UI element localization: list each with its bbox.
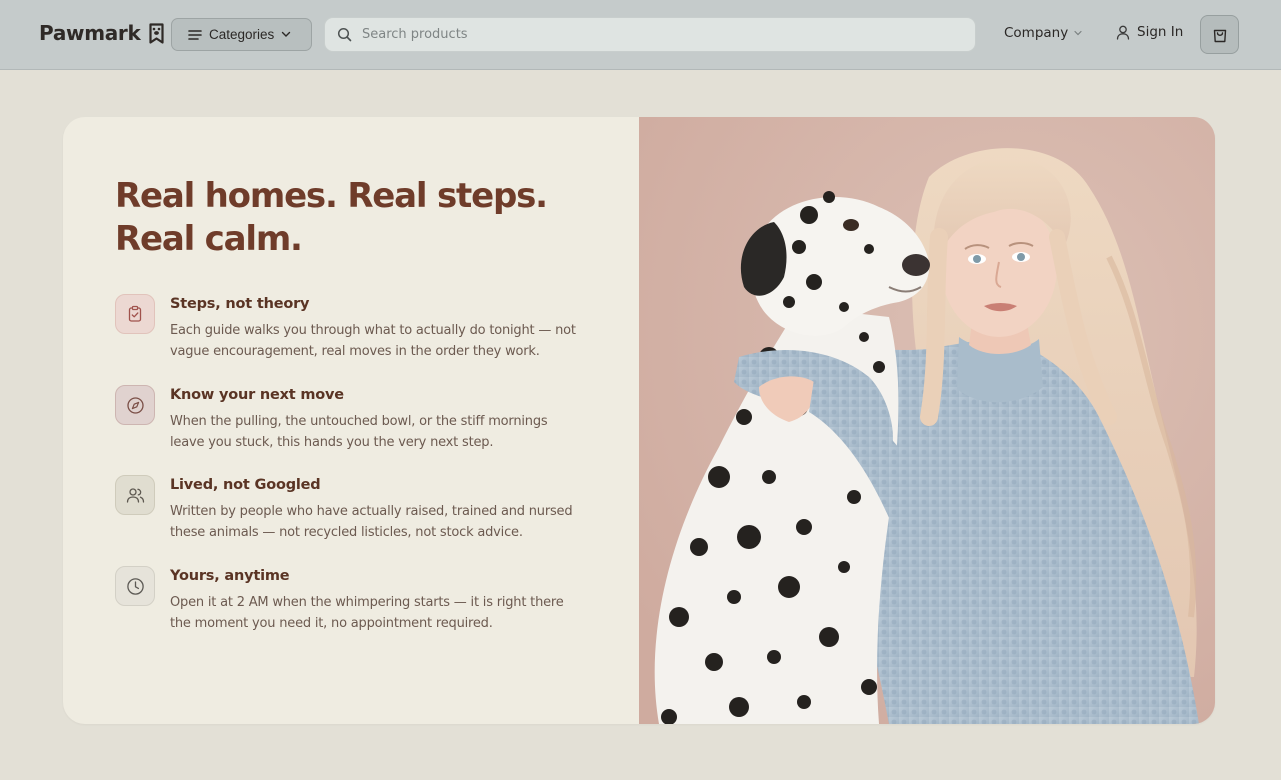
sign-in-link[interactable]: Sign In xyxy=(1116,24,1183,40)
feature-title: Yours, anytime xyxy=(170,568,290,584)
search-icon xyxy=(337,27,352,42)
categories-label: Categories xyxy=(209,27,275,42)
feature-item: Yours, anytime Open it at 2 AM when the … xyxy=(115,566,595,646)
clock-icon xyxy=(115,566,155,606)
feature-description: Written by people who have actually rais… xyxy=(170,504,573,540)
users-icon xyxy=(115,475,155,515)
top-navbar: Pawmark Categories Company xyxy=(0,0,1281,70)
bookmark-paw-icon xyxy=(148,22,164,44)
feature-description: Open it at 2 AM when the whimpering star… xyxy=(170,595,564,631)
hero-headline: Real homes. Real steps. Real calm. xyxy=(115,176,548,259)
brand-logo[interactable]: Pawmark xyxy=(39,21,164,45)
woman-hugging-dalmatian-photo xyxy=(639,117,1215,724)
menu-icon xyxy=(188,29,202,40)
cart-button[interactable] xyxy=(1200,15,1239,54)
shopping-bag-icon xyxy=(1213,29,1226,43)
user-icon xyxy=(1116,25,1130,40)
hero-card: Real homes. Real steps. Real calm. Steps… xyxy=(63,117,1215,724)
search-bar[interactable] xyxy=(324,17,976,52)
company-menu[interactable]: Company xyxy=(1004,25,1082,41)
feature-title: Know your next move xyxy=(170,387,344,403)
chevron-down-icon xyxy=(1074,30,1082,36)
categories-button[interactable]: Categories xyxy=(171,18,312,51)
compass-icon xyxy=(115,385,155,425)
search-input[interactable] xyxy=(362,27,942,42)
feature-item: Lived, not Googled Written by people who… xyxy=(115,475,595,555)
company-label: Company xyxy=(1004,25,1069,41)
brand-name: Pawmark xyxy=(39,21,141,45)
clipboard-check-icon xyxy=(115,294,155,334)
feature-title: Steps, not theory xyxy=(170,296,310,312)
feature-description: Each guide walks you through what to act… xyxy=(170,323,576,359)
feature-item: Steps, not theory Each guide walks you t… xyxy=(115,294,595,374)
feature-description: When the pulling, the untouched bowl, or… xyxy=(170,414,548,450)
hero-text-panel: Real homes. Real steps. Real calm. Steps… xyxy=(63,117,639,724)
feature-item: Know your next move When the pulling, th… xyxy=(115,385,595,465)
sign-in-label: Sign In xyxy=(1137,24,1184,40)
feature-title: Lived, not Googled xyxy=(170,477,321,493)
chevron-down-icon xyxy=(282,31,291,37)
